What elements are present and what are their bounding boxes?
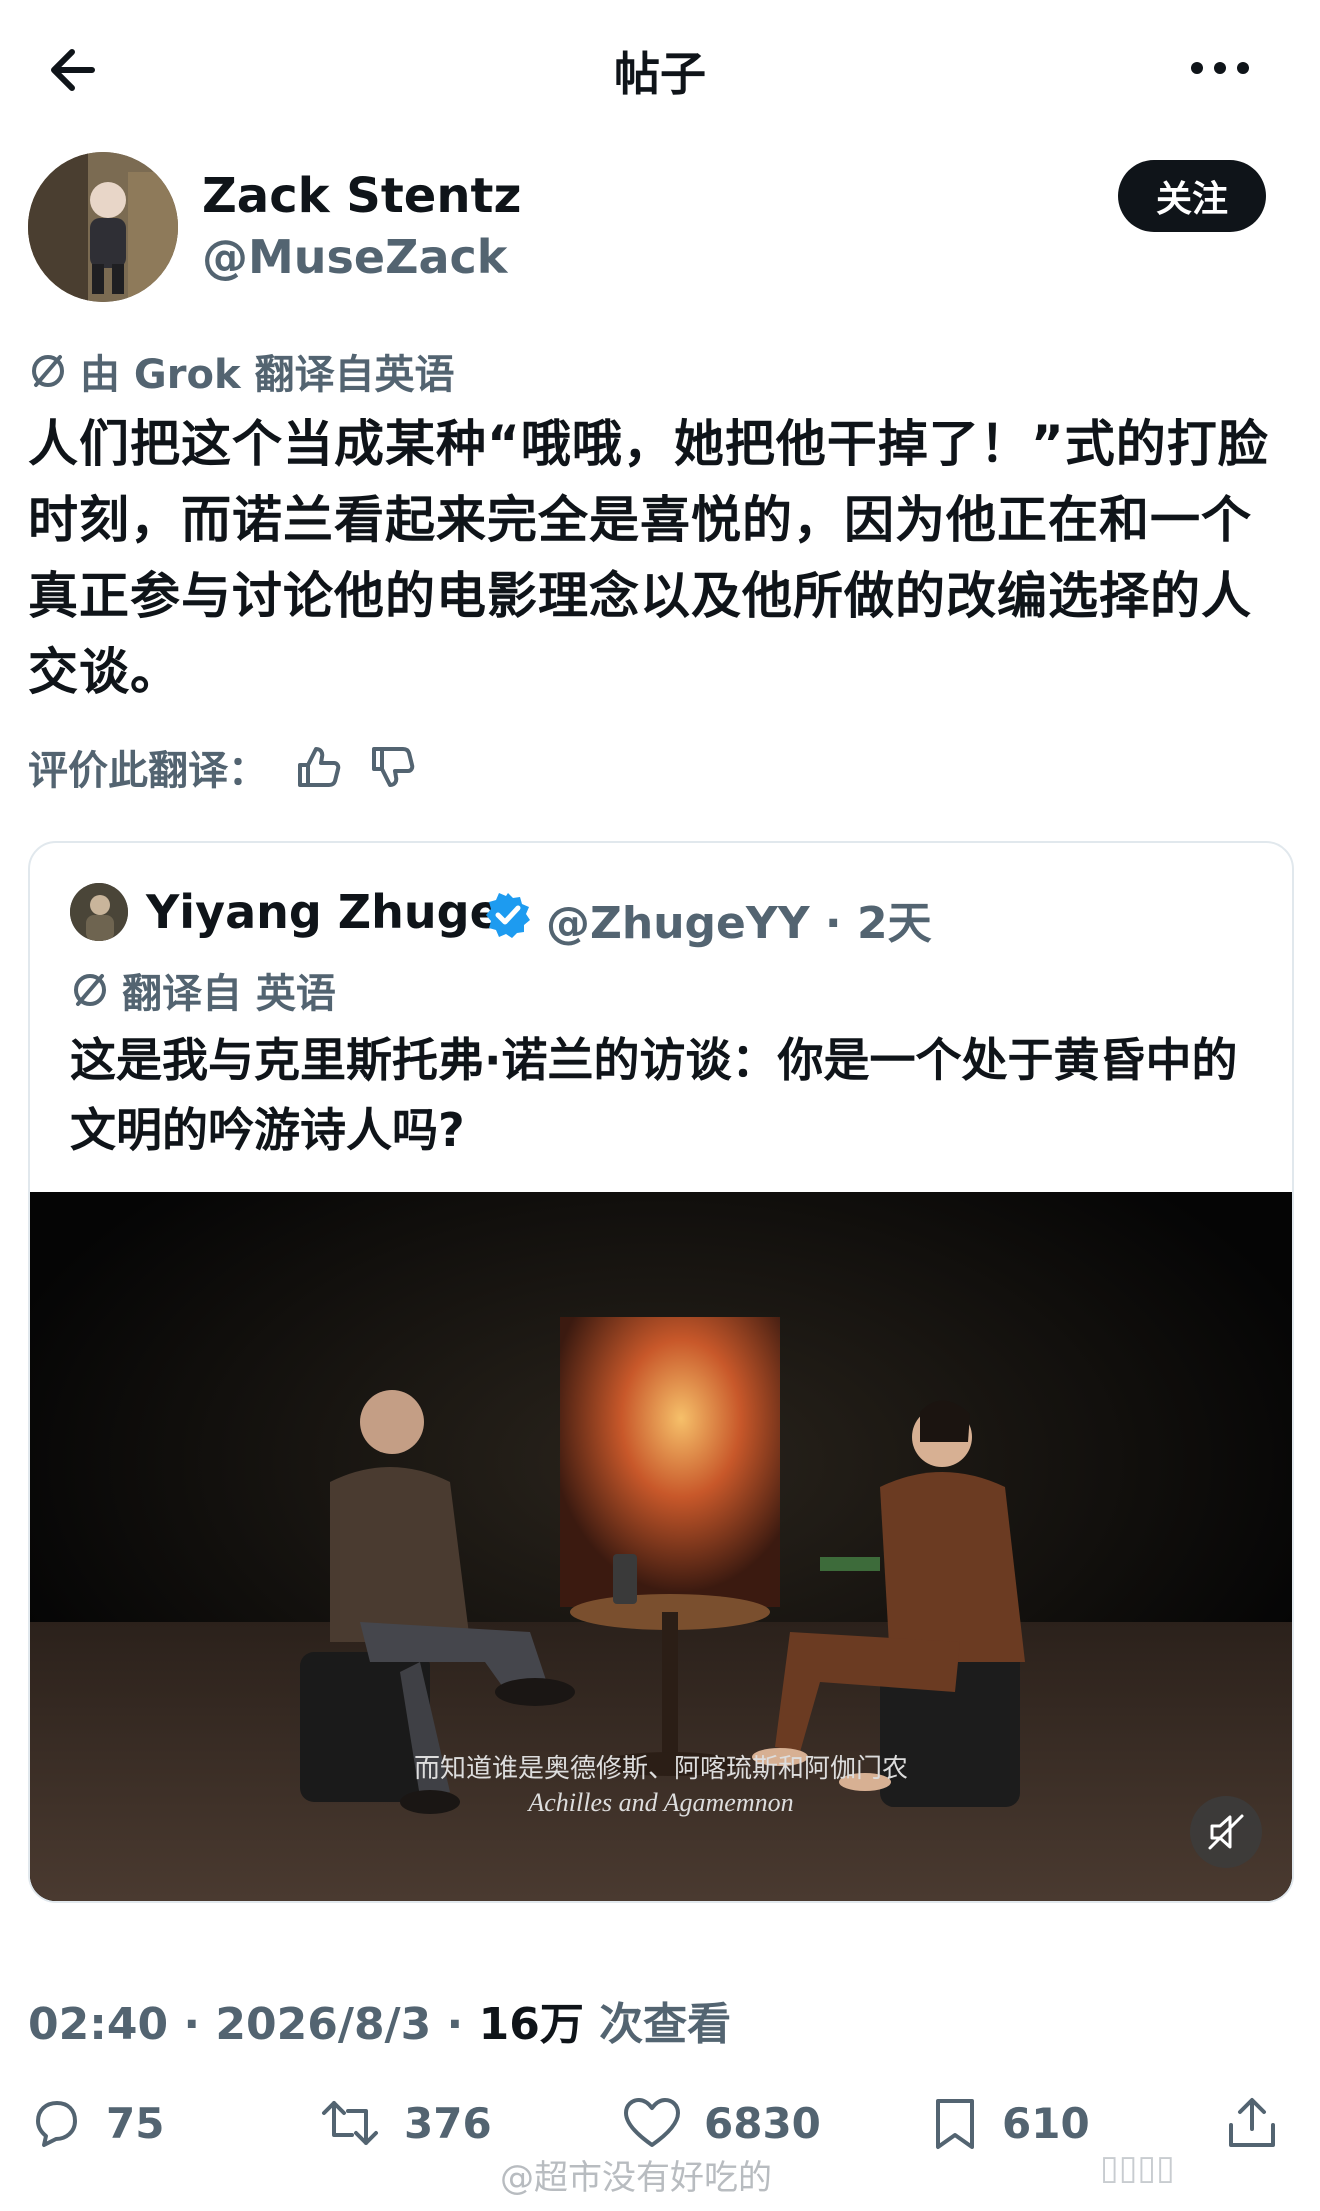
video-player[interactable]: 而知道谁是奥德修斯、阿喀琉斯和阿伽门农 Achilles and Agamemn… [30, 1192, 1292, 1901]
post-time-date: 02:40 · 2026/8/3 · [28, 1999, 479, 2050]
share-button[interactable] [1225, 2088, 1279, 2158]
quoted-translation-notice[interactable]: 翻译自 英语 [70, 961, 336, 1019]
rate-translation-label: 评价此翻译： [28, 748, 268, 794]
author-name[interactable]: Zack Stentz [202, 168, 521, 224]
view-count[interactable]: 16万 [479, 1999, 584, 2050]
translate-icon [74, 974, 106, 1006]
follow-button[interactable]: 关注 [1118, 160, 1266, 232]
bookmark-icon [936, 2099, 974, 2149]
video-subtitle-english: Achilles and Agamemnon [528, 1788, 794, 1817]
translation-notice[interactable]: 由 Grok 翻译自英语 [28, 342, 455, 400]
reply-button[interactable]: 75 [28, 2088, 164, 2158]
reply-count: 75 [106, 2098, 165, 2148]
rate-translation-row: 评价此翻译： [28, 738, 416, 796]
post-text: 人们把这个当成某种“哦哦，她把他干掉了！”式的打脸时刻，而诺兰看起来完全是喜悦的… [28, 415, 1269, 701]
repost-count: 376 [404, 2098, 492, 2148]
video-subtitle-chinese: 而知道谁是奥德修斯、阿喀琉斯和阿伽门农 [413, 1754, 908, 1784]
author-avatar[interactable] [28, 152, 178, 302]
author-handle[interactable]: @MuseZack [202, 230, 507, 284]
bookmark-button[interactable]: 610 [930, 2088, 1090, 2158]
muted-speaker-icon [1208, 1814, 1244, 1850]
post-meta: 02:40 · 2026/8/3 · 16万 次查看 [28, 1988, 731, 2052]
quoted-author-avatar[interactable] [70, 883, 128, 941]
bookmark-count: 610 [1002, 2098, 1090, 2148]
view-label: 次查看 [583, 1999, 732, 2050]
thumbs-down-icon[interactable] [368, 743, 416, 791]
verified-badge-icon [486, 893, 530, 938]
quoted-handle-time[interactable]: @ZhugeYY · 2天 [546, 887, 932, 951]
watermark: @超市没有好吃的 [500, 2158, 772, 2198]
like-count: 6830 [704, 2098, 821, 2148]
quoted-post-text: 这是我与克里斯托弗·诺兰的访谈：你是一个处于黄昏中的文明的吟游诗人吗? [70, 1033, 1238, 1157]
reply-icon [36, 2101, 77, 2147]
share-icon [1229, 2098, 1275, 2147]
like-button[interactable]: 6830 [622, 2088, 821, 2158]
watermark-right: ▯▯▯▯ [1100, 2148, 1175, 2188]
repost-button[interactable]: 376 [318, 2088, 492, 2158]
quoted-post[interactable]: Yiyang Zhuge @ZhugeYY · 2天 翻译自 英语 这是我与克里… [28, 841, 1294, 1903]
more-options-icon[interactable] [1185, 38, 1255, 98]
quoted-author-name[interactable]: Yiyang Zhuge [146, 885, 501, 939]
page-title: 帖子 [614, 47, 706, 101]
mute-button[interactable] [1190, 1796, 1262, 1868]
thumbs-up-icon[interactable] [294, 743, 342, 791]
heart-icon [624, 2098, 680, 2147]
quoted-translation-label: 翻译自 英语 [122, 971, 336, 1017]
translate-icon [32, 355, 64, 387]
repost-icon [322, 2101, 378, 2145]
translation-label: 由 Grok 翻译自英语 [80, 352, 455, 398]
